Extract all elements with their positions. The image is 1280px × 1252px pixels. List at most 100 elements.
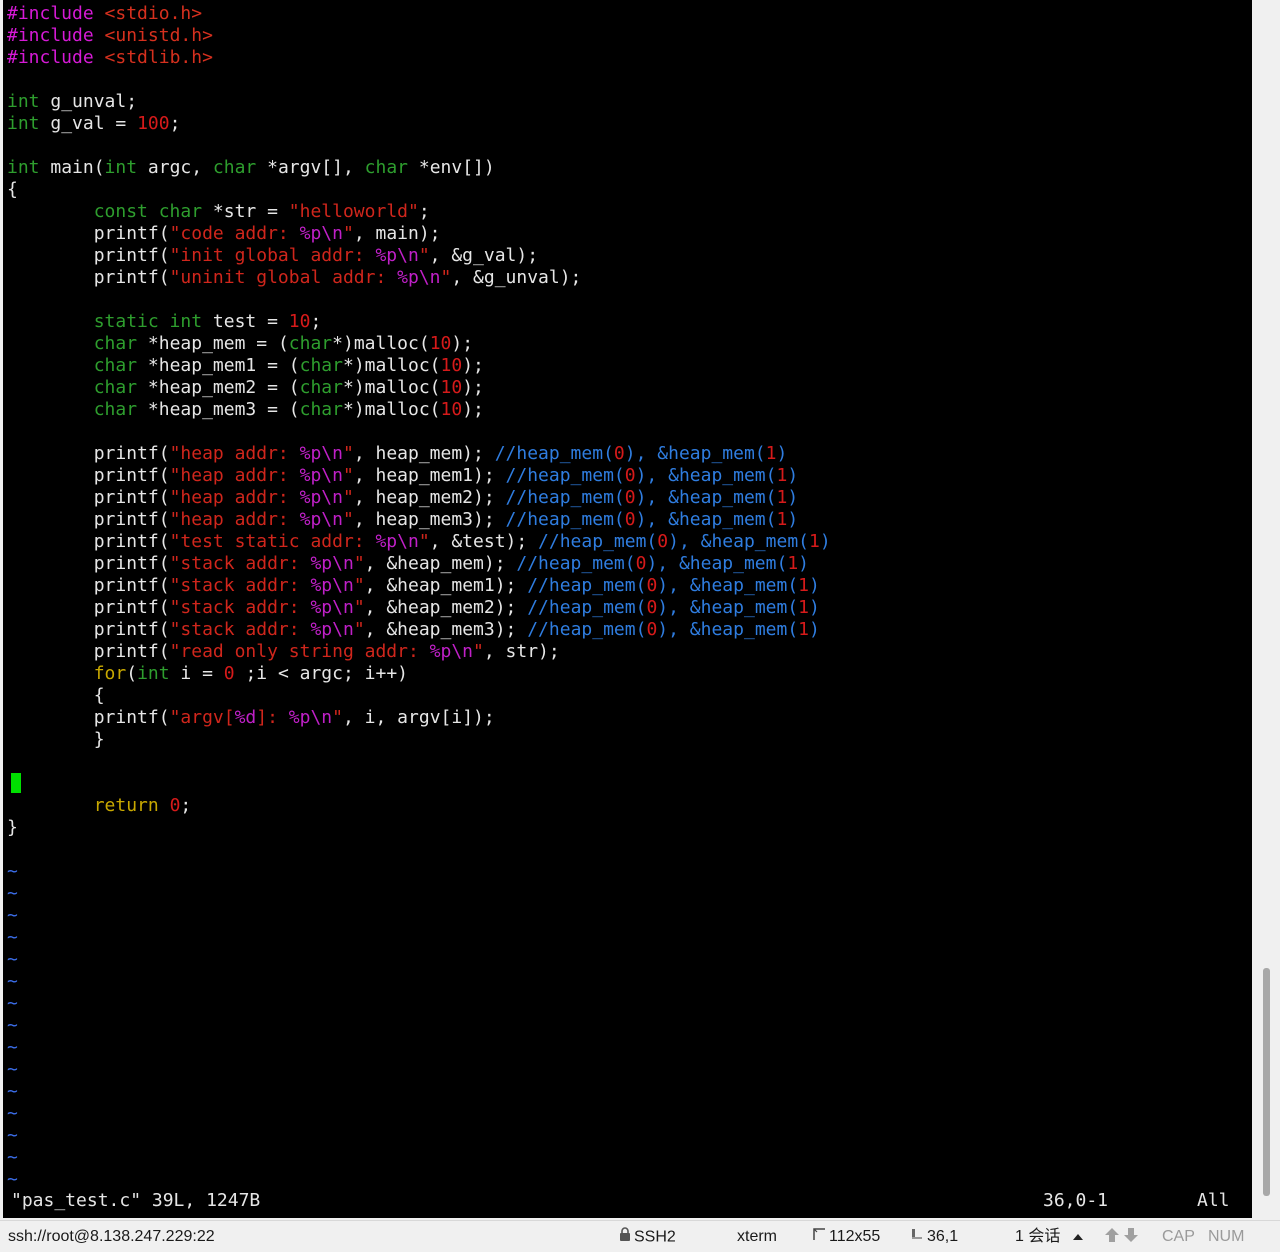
code-token: %p\n	[299, 443, 343, 464]
code-line[interactable]: printf("stack addr: %p\n", &heap_mem2); …	[7, 597, 820, 619]
sessions-indicator[interactable]: 1 会话	[1015, 1227, 1086, 1247]
code-line[interactable]: #include <stdlib.h>	[7, 47, 213, 69]
code-token: char	[93, 333, 138, 354]
code-line[interactable]: int g_unval;	[7, 91, 137, 113]
vertical-scrollbar[interactable]	[1253, 0, 1280, 1218]
code-token: "	[353, 575, 365, 596]
code-token: 0	[169, 795, 181, 816]
scrollbar-thumb[interactable]	[1263, 968, 1270, 1196]
code-token: 1	[798, 597, 810, 618]
code-token: ), &heap_mem(	[657, 575, 799, 596]
code-token: )	[809, 619, 820, 640]
code-token: //heap_mem(	[505, 487, 625, 508]
code-line[interactable]: int g_val = 100;	[7, 113, 180, 135]
code-token: "	[342, 509, 354, 530]
code-token: %p\n	[299, 465, 343, 486]
code-line[interactable]: printf("init global addr: %p\n", &g_val)…	[7, 245, 538, 267]
code-token: , &heap_mem);	[364, 553, 517, 574]
code-line[interactable]: printf("test static addr: %p\n", &test);…	[7, 531, 831, 553]
code-token: //heap_mem(	[527, 619, 647, 640]
code-token: %p\n	[310, 619, 354, 640]
code-token: *)malloc(	[342, 399, 441, 420]
code-line[interactable]: printf("heap addr: %p\n", heap_mem3); //…	[7, 509, 798, 531]
code-line[interactable]: char *heap_mem3 = (char*)malloc(10);	[7, 399, 484, 421]
code-line[interactable]: printf("heap addr: %p\n", heap_mem1); //…	[7, 465, 798, 487]
code-token: 1	[776, 465, 788, 486]
code-token: "	[418, 531, 430, 552]
code-token: , i, argv[i]);	[343, 707, 495, 728]
code-token: *)malloc(	[342, 355, 441, 376]
code-token: )	[787, 509, 799, 530]
empty-line-marker: ~	[7, 993, 18, 1014]
code-token: 0	[646, 575, 658, 596]
num-lock-indicator: NUM	[1208, 1228, 1245, 1245]
caret-up-icon[interactable]	[1072, 1227, 1083, 1247]
code-token: 10	[288, 311, 311, 332]
protocol-label: SSH2	[634, 1228, 676, 1246]
code-token: %p\n	[310, 575, 354, 596]
code-token: ;	[169, 113, 181, 134]
code-line[interactable]: static int test = 10;	[7, 311, 322, 333]
code-line[interactable]: char *heap_mem1 = (char*)malloc(10);	[7, 355, 484, 377]
code-line[interactable]: const char *str = "helloworld";	[7, 201, 430, 223]
code-token: ]:	[256, 707, 289, 728]
code-token: "test static addr:	[169, 531, 376, 552]
empty-line-marker: ~	[7, 1081, 18, 1102]
code-token: ), &heap_mem(	[635, 487, 777, 508]
code-line[interactable]: printf("stack addr: %p\n", &heap_mem1); …	[7, 575, 820, 597]
code-line[interactable]: printf("argv[%d]: %p\n", i, argv[i]);	[7, 707, 495, 729]
empty-line-marker: ~	[7, 1125, 18, 1146]
code-line[interactable]: #include <unistd.h>	[7, 25, 213, 47]
code-token: 0	[624, 487, 636, 508]
code-line[interactable]: printf("stack addr: %p\n", &heap_mem); /…	[7, 553, 809, 575]
code-token: 0	[657, 531, 669, 552]
code-token: printf(	[7, 223, 170, 244]
code-line[interactable]: #include <stdio.h>	[7, 3, 202, 25]
code-line[interactable]: printf("read only string addr: %p\n", st…	[7, 641, 560, 663]
code-line[interactable]: {	[7, 685, 105, 707]
code-token: char	[299, 377, 343, 398]
code-line[interactable]: printf("stack addr: %p\n", &heap_mem3); …	[7, 619, 820, 641]
code-token: );	[451, 333, 474, 354]
code-token: 0	[646, 597, 658, 618]
code-token: ), &heap_mem(	[646, 553, 788, 574]
code-line[interactable]: for(int i = 0 ;i < argc; i++)	[7, 663, 408, 685]
code-line[interactable]: int main(int argc, char *argv[], char *e…	[7, 157, 495, 179]
resize-icon	[812, 1227, 826, 1247]
code-token: "	[353, 597, 365, 618]
code-token: "	[342, 443, 354, 464]
code-token: "	[473, 641, 484, 662]
code-line[interactable]: printf("uninit global addr: %p\n", &g_un…	[7, 267, 582, 289]
code-token: , &heap_mem2);	[364, 597, 528, 618]
arrow-down-icon	[1123, 1227, 1139, 1249]
empty-line-marker: ~	[7, 1037, 18, 1058]
code-line[interactable]: char *heap_mem = (char*)malloc(10);	[7, 333, 473, 355]
empty-line-marker: ~	[7, 1015, 18, 1036]
code-token: )	[787, 487, 799, 508]
code-line[interactable]: printf("heap addr: %p\n", heap_mem2); //…	[7, 487, 798, 509]
arrow-up-icon	[1104, 1227, 1120, 1249]
code-token: ;i < argc; i++)	[234, 663, 408, 684]
code-token: //heap_mem(	[516, 553, 636, 574]
code-token: //heap_mem(	[527, 597, 647, 618]
vim-editor[interactable]: #include <stdio.h> #include <unistd.h> #in…	[3, 0, 1252, 1218]
code-line[interactable]: printf("heap addr: %p\n", heap_mem); //h…	[7, 443, 788, 465]
code-line[interactable]: }	[7, 817, 18, 839]
code-line[interactable]: char *heap_mem2 = (char*)malloc(10);	[7, 377, 484, 399]
code-token: %p\n	[299, 487, 343, 508]
code-token: #include	[7, 47, 105, 68]
code-token: printf(	[7, 465, 170, 486]
code-token: 0	[646, 619, 658, 640]
code-line[interactable]: {	[7, 179, 18, 201]
code-line[interactable]: return 0;	[7, 795, 192, 817]
code-token: *str =	[202, 201, 289, 222]
code-token: 10	[440, 399, 463, 420]
code-line[interactable]: printf("code addr: %p\n", main);	[7, 223, 441, 245]
code-token: %p\n	[310, 553, 354, 574]
code-line[interactable]: }	[7, 729, 105, 751]
